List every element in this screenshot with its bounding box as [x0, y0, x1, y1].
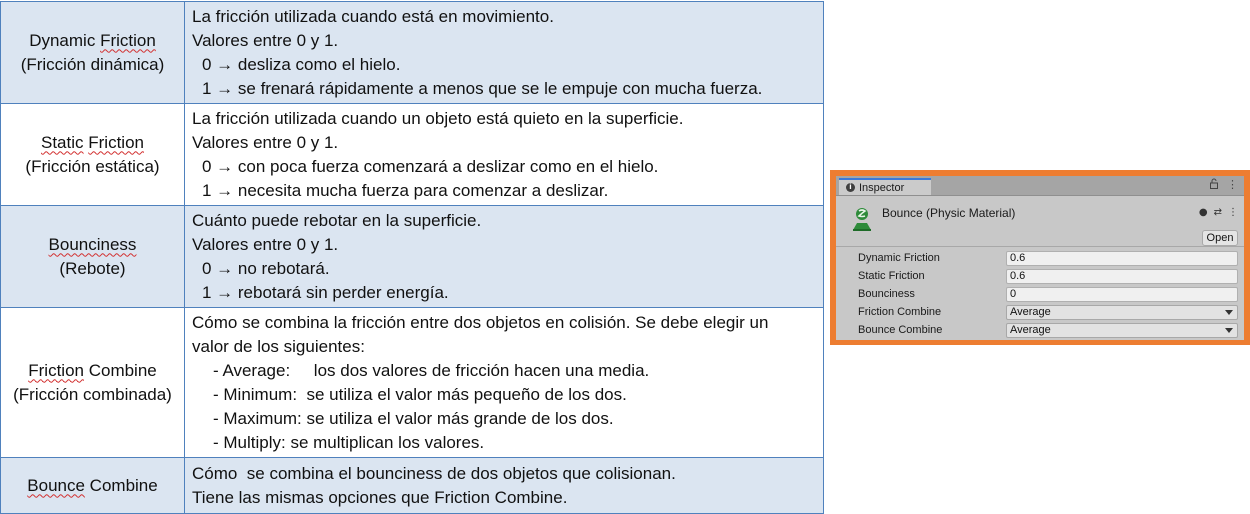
chevron-down-icon [1225, 310, 1233, 315]
property-description-cell: La fricción utilizada cuando un objeto e… [184, 103, 824, 206]
property-list: Dynamic Friction 0.6 Static Friction 0.6… [836, 250, 1244, 340]
inspector-panel: i Inspector ⋮ Bounce (Physic Material) ●… [836, 176, 1244, 340]
kebab-menu-icon[interactable]: ⋮ [1228, 207, 1238, 218]
bounciness-field[interactable]: 0 [1006, 287, 1238, 302]
inspector-tab-bar: i Inspector ⋮ [836, 176, 1244, 196]
dropdown-value: Average [1010, 306, 1051, 318]
property-row-friction-combine: Friction Combine Average [836, 304, 1244, 322]
property-name-part: Friction [88, 132, 144, 152]
property-name-part: Bounciness [48, 234, 137, 254]
property-name-cell: Dynamic Friction (Fricción dinámica) [0, 1, 185, 104]
chevron-down-icon [1225, 328, 1233, 333]
description-line: 1 → rebotará sin perder energía. [202, 282, 449, 302]
property-name-cell: Bounce Combine [0, 457, 185, 514]
description-line: Cómo se combina el bounciness de dos obj… [192, 463, 676, 483]
property-name-part: Dynamic [29, 30, 101, 50]
physic-material-icon [853, 208, 871, 231]
table-row-dynamic-friction: Dynamic Friction (Fricción dinámica) La … [0, 1, 824, 104]
property-label: Static Friction [858, 270, 925, 282]
property-spanish-name: (Rebote) [59, 258, 126, 278]
description-line: Cómo se combina la fricción entre dos ob… [192, 312, 769, 332]
property-name-part: Friction [28, 360, 84, 380]
property-spanish-name: (Fricción estática) [25, 156, 160, 176]
open-button[interactable]: Open [1202, 230, 1238, 246]
description-line: Valores entre 0 y 1. [192, 234, 339, 254]
description-line: valor de los siguientes: [192, 336, 365, 356]
table-row-static-friction: Static Friction (Fricción estática) La f… [0, 103, 824, 206]
property-name-cell: Static Friction (Fricción estática) [0, 103, 185, 206]
description-line: La fricción utilizada cuando está en mov… [192, 6, 554, 26]
property-row-bounciness: Bounciness 0 [836, 286, 1244, 304]
tab-label: Inspector [859, 181, 905, 194]
property-label: Friction Combine [858, 306, 942, 318]
table-row-bounce-combine: Bounce Combine Cómo se combina el bounci… [0, 457, 824, 514]
property-row-bounce-combine: Bounce Combine Average [836, 322, 1244, 340]
physic-material-properties-table: Dynamic Friction (Fricción dinámica) La … [0, 1, 824, 514]
description-line: Valores entre 0 y 1. [192, 132, 339, 152]
property-description-cell: Cuánto puede rebotar en la superficie. V… [184, 205, 824, 308]
dropdown-value: Average [1010, 324, 1051, 336]
property-label: Bounciness [858, 288, 915, 300]
help-icon[interactable]: ● [1199, 207, 1208, 218]
description-line: 1 → se frenará rápidamente a menos que s… [202, 78, 763, 98]
property-label: Bounce Combine [858, 324, 943, 336]
lock-icon[interactable] [1209, 178, 1219, 192]
property-name-part: Bounce [27, 475, 85, 495]
inspector-highlight-frame: i Inspector ⋮ Bounce (Physic Material) ●… [830, 170, 1250, 345]
description-line: - Minimum: se utiliza el valor más peque… [213, 384, 627, 404]
property-name-cell: Friction Combine (Fricción combinada) [0, 307, 185, 458]
kebab-menu-icon[interactable]: ⋮ [1227, 178, 1238, 192]
description-line: Cuánto puede rebotar en la superficie. [192, 210, 482, 230]
table-row-bounciness: Bounciness (Rebote) Cuánto puede rebotar… [0, 205, 824, 308]
property-spanish-name: (Fricción dinámica) [20, 54, 165, 74]
description-line: 0 → no rebotará. [202, 258, 330, 278]
property-spanish-name: (Fricción combinada) [13, 384, 172, 404]
property-row-dynamic-friction: Dynamic Friction 0.6 [836, 250, 1244, 268]
description-line: Tiene las mismas opciones que Friction C… [192, 487, 568, 507]
inspector-header: Bounce (Physic Material) ● ⇄ ⋮ Open [836, 196, 1244, 247]
property-name-part: Combine [83, 360, 157, 380]
tab-inspector[interactable]: i Inspector [839, 178, 931, 195]
bounce-combine-dropdown[interactable]: Average [1006, 323, 1238, 338]
property-name-part: Combine [84, 475, 158, 495]
description-line: - Average: los dos valores de fricción h… [213, 360, 650, 380]
description-line: - Multiply: se multiplican los valores. [213, 432, 485, 452]
property-row-static-friction: Static Friction 0.6 [836, 268, 1244, 286]
asset-title: Bounce (Physic Material) [882, 206, 1016, 220]
info-icon: i [846, 183, 855, 192]
property-name-part: Friction [100, 30, 156, 50]
table-row-friction-combine: Friction Combine (Fricción combinada) Có… [0, 307, 824, 458]
property-label: Dynamic Friction [858, 252, 940, 264]
description-line: 0 → con poca fuerza comenzará a deslizar… [202, 156, 659, 176]
static-friction-field[interactable]: 0.6 [1006, 269, 1238, 284]
property-description-cell: Cómo se combina el bounciness de dos obj… [184, 457, 824, 514]
property-description-cell: La fricción utilizada cuando está en mov… [184, 1, 824, 104]
property-name-part: Static [41, 132, 84, 152]
friction-combine-dropdown[interactable]: Average [1006, 305, 1238, 320]
description-line: La fricción utilizada cuando un objeto e… [192, 108, 684, 128]
property-name-cell: Bounciness (Rebote) [0, 205, 185, 308]
description-line: - Maximum: se utiliza el valor más grand… [213, 408, 614, 428]
description-line: Valores entre 0 y 1. [192, 30, 339, 50]
presets-icon[interactable]: ⇄ [1214, 207, 1222, 218]
description-line: 0 → desliza como el hielo. [202, 54, 401, 74]
dynamic-friction-field[interactable]: 0.6 [1006, 251, 1238, 266]
description-line: 1 → necesita mucha fuerza para comenzar … [202, 180, 609, 200]
property-description-cell: Cómo se combina la fricción entre dos ob… [184, 307, 824, 458]
